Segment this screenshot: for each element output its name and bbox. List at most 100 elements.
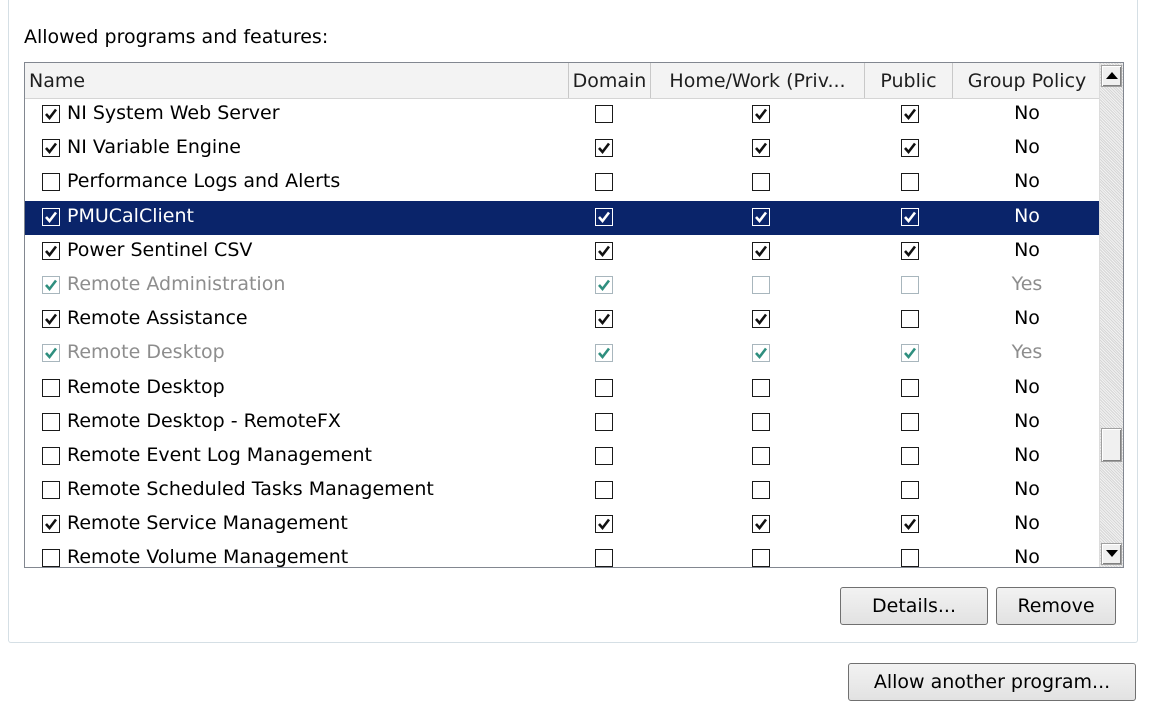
row-home-work-checkbox[interactable] [752,105,770,123]
checkmark-icon [598,313,611,326]
row-enable-checkbox[interactable] [42,310,60,329]
row-group-policy: No [1014,170,1040,193]
row-public-checkbox[interactable] [901,173,919,192]
row-program-name: Remote Volume Management [67,546,349,568]
row-public-checkbox[interactable] [901,378,919,397]
table-row[interactable]: Remote Administration Yes [25,269,1101,303]
row-home-work-checkbox[interactable] [752,173,770,192]
row-home-work-checkbox[interactable] [752,515,770,534]
row-public-checkbox[interactable] [901,549,919,567]
row-group-policy: No [1014,512,1040,535]
row-enable-checkbox[interactable] [42,446,60,465]
row-domain-checkbox[interactable] [595,412,613,431]
row-public-checkbox[interactable] [901,139,919,158]
row-domain-checkbox[interactable] [595,446,613,465]
column-header-home-work[interactable]: Home/Work (Priv... [651,63,865,98]
row-home-work-checkbox[interactable] [752,549,770,567]
row-public-checkbox[interactable] [901,412,919,431]
row-public-checkbox[interactable] [901,481,919,500]
row-domain-checkbox[interactable] [595,378,613,397]
row-public-checkbox [901,275,919,294]
row-public-checkbox[interactable] [901,207,919,226]
checkmark-icon [598,348,611,360]
row-home-work-checkbox[interactable] [752,241,770,260]
row-domain-checkbox[interactable] [595,515,613,534]
column-header-name[interactable]: Name [25,63,569,98]
table-row[interactable]: Remote Assistance No [25,303,1101,337]
column-header-group-policy[interactable]: Group Policy [953,63,1101,98]
row-enable-checkbox [42,344,60,363]
row-home-work-checkbox [752,344,770,363]
scrollbar-thumb[interactable] [1101,428,1122,462]
row-enable-checkbox[interactable] [42,515,60,534]
row-domain-checkbox[interactable] [595,105,613,123]
row-home-work-checkbox[interactable] [752,481,770,500]
row-domain-checkbox[interactable] [595,207,613,226]
list-header: Name Domain Home/Work (Priv... Public Gr… [25,63,1101,99]
allow-another-program-button[interactable]: Allow another program... [848,663,1136,701]
vertical-scrollbar[interactable] [1099,63,1123,567]
checkmark-icon [598,279,611,291]
row-domain-checkbox[interactable] [595,310,613,329]
row-home-work-checkbox[interactable] [752,378,770,397]
row-domain-checkbox[interactable] [595,139,613,158]
table-row[interactable]: Remote Desktop Yes [25,337,1101,371]
remove-button[interactable]: Remove [996,587,1116,625]
row-group-policy: No [1014,375,1040,398]
table-row[interactable]: NI Variable Engine No [25,132,1101,166]
row-program-name: PMUCalClient [67,204,194,227]
row-enable-checkbox[interactable] [42,139,60,158]
row-group-policy: No [1014,204,1040,227]
row-home-work-checkbox[interactable] [752,207,770,226]
row-enable-checkbox[interactable] [42,207,60,226]
row-enable-checkbox[interactable] [42,412,60,431]
row-enable-checkbox[interactable] [42,549,60,567]
row-public-checkbox[interactable] [901,105,919,123]
table-row[interactable]: Remote Service Management No [25,508,1101,542]
scroll-up-button[interactable] [1101,65,1122,87]
table-row[interactable]: Remote Scheduled Tasks Management No [25,474,1101,508]
row-home-work-checkbox[interactable] [752,446,770,465]
table-row[interactable]: PMUCalClient No [25,200,1101,235]
scroll-down-arrow-icon [1106,550,1118,557]
table-row[interactable]: NI System Web Server No [25,98,1101,132]
column-header-domain[interactable]: Domain [569,63,651,98]
table-row[interactable]: Remote Event Log Management No [25,440,1101,474]
table-row[interactable]: Remote Desktop - RemoteFX No [25,406,1101,440]
row-enable-checkbox[interactable] [42,105,60,123]
checkmark-icon [755,348,768,360]
row-enable-checkbox[interactable] [42,481,60,500]
row-domain-checkbox[interactable] [595,481,613,500]
row-enable-checkbox[interactable] [42,241,60,260]
checkmark-icon [45,245,58,257]
row-program-name: Performance Logs and Alerts [67,170,341,193]
row-public-checkbox[interactable] [901,241,919,260]
row-enable-checkbox[interactable] [42,173,60,192]
checkmark-icon [45,348,58,360]
row-domain-checkbox[interactable] [595,173,613,192]
table-row[interactable]: Remote Desktop No [25,372,1101,406]
details-button[interactable]: Details... [840,587,988,625]
row-domain-checkbox[interactable] [595,549,613,567]
checkmark-icon [904,211,917,223]
row-domain-checkbox[interactable] [595,241,613,260]
row-home-work-checkbox[interactable] [752,412,770,431]
column-header-public[interactable]: Public [865,63,953,98]
row-public-checkbox[interactable] [901,310,919,329]
row-enable-checkbox[interactable] [42,378,60,397]
checkmark-icon [45,108,58,121]
table-row[interactable]: Power Sentinel CSV No [25,235,1101,269]
row-public-checkbox[interactable] [901,446,919,465]
checkmark-icon [755,245,768,257]
table-row[interactable]: Remote Volume Management No [25,542,1101,568]
scroll-down-button[interactable] [1101,543,1122,565]
row-home-work-checkbox[interactable] [752,310,770,329]
checkmark-icon [755,211,768,223]
table-row[interactable]: Performance Logs and Alerts No [25,166,1101,200]
checkmark-icon [755,108,768,121]
row-home-work-checkbox[interactable] [752,139,770,158]
row-public-checkbox[interactable] [901,515,919,534]
checkmark-icon [45,142,58,155]
allowed-programs-list[interactable]: Name Domain Home/Work (Priv... Public Gr… [24,62,1124,568]
row-domain-checkbox [595,344,613,363]
